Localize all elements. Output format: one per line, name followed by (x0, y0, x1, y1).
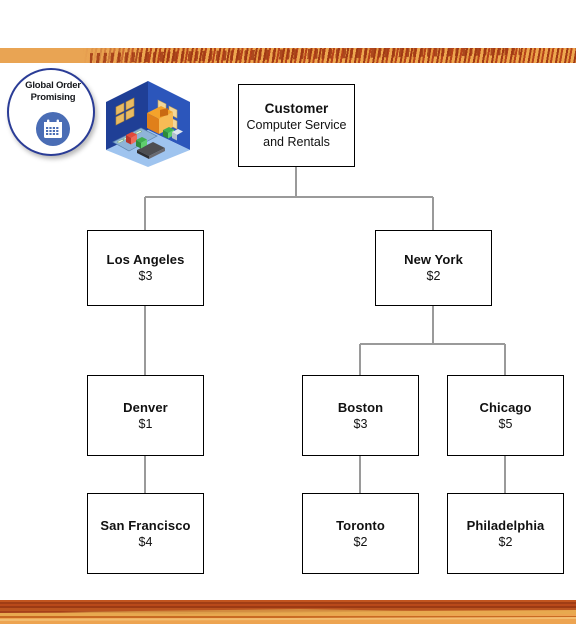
node-denver-value: $1 (138, 416, 153, 431)
node-san-francisco-title: San Francisco (100, 517, 191, 533)
node-chicago-title: Chicago (479, 399, 532, 415)
badge-label-line2: Promising (30, 91, 76, 103)
node-new-york-value: $2 (426, 269, 441, 283)
node-los-angeles[interactable]: Los Angeles $3 (87, 230, 204, 306)
bottom-decorative-band (0, 600, 576, 624)
node-chicago-value: $5 (498, 416, 513, 431)
badge-label: Global Order Promising (9, 80, 97, 103)
node-philadelphia-title: Philadelphia (466, 517, 545, 533)
node-los-angeles-value: $3 (138, 269, 153, 283)
node-chicago[interactable]: Chicago $5 (447, 375, 564, 456)
isometric-warehouse-icon (103, 80, 193, 168)
node-boston-value: $3 (353, 416, 368, 431)
node-denver[interactable]: Denver $1 (87, 375, 204, 456)
node-boston-title: Boston (337, 399, 384, 415)
node-toronto[interactable]: Toronto $2 (302, 493, 419, 574)
node-customer-title: Customer (264, 100, 329, 116)
node-philadelphia[interactable]: Philadelphia $2 (447, 493, 564, 574)
node-customer-subtitle-line2: and Rentals (263, 134, 330, 149)
node-los-angeles-title: Los Angeles (106, 252, 185, 267)
node-boston[interactable]: Boston $3 (302, 375, 419, 456)
badge-label-line1: Global Order (25, 80, 81, 91)
node-san-francisco[interactable]: San Francisco $4 (87, 493, 204, 574)
node-denver-title: Denver (123, 399, 168, 415)
node-toronto-value: $2 (353, 534, 368, 549)
calendar-icon (36, 112, 70, 146)
node-toronto-title: Toronto (336, 517, 385, 533)
node-new-york[interactable]: New York $2 (375, 230, 492, 306)
node-customer-subtitle-line1: Computer Service (246, 117, 347, 132)
node-new-york-title: New York (404, 252, 463, 267)
top-decorative-band (0, 48, 576, 63)
global-order-promising-badge: Global Order Promising (7, 68, 95, 156)
node-customer[interactable]: Customer Computer Service and Rentals (238, 84, 355, 167)
node-philadelphia-value: $2 (498, 534, 513, 549)
node-san-francisco-value: $4 (138, 534, 153, 549)
